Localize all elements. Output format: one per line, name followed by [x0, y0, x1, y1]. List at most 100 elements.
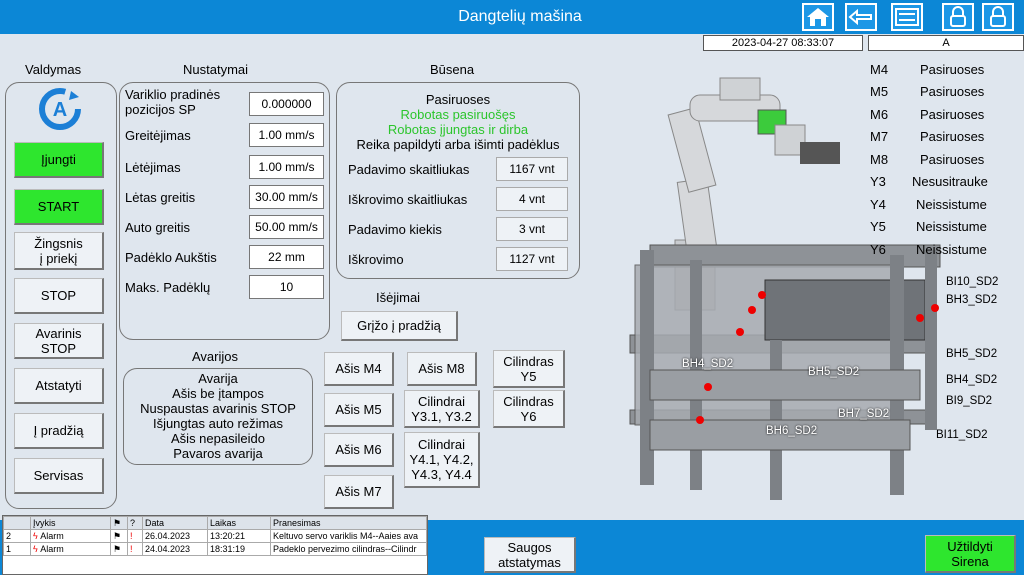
- cylinders-y3-button[interactable]: Cilindrai Y3.1, Y3.2: [404, 390, 480, 428]
- setting-label-slow-speed: Lėtas greitis: [125, 190, 196, 205]
- alarm-icon: ϟ: [33, 531, 38, 541]
- row-date: 26.04.2023: [142, 529, 208, 543]
- warning-icon: !: [127, 529, 143, 543]
- reset-button[interactable]: Atstatyti: [14, 368, 104, 404]
- axis-m5-button[interactable]: Ašis M5: [324, 393, 394, 427]
- counter-label-feed-qty: Padavimo kiekis: [348, 222, 442, 237]
- cylinder-name-y4: Y4: [870, 197, 886, 212]
- sensor-bh3: BH3_SD2: [946, 294, 998, 306]
- cylinder-name-y6: Y6: [870, 242, 886, 257]
- motor-name-m4: M4: [870, 62, 889, 77]
- row-event: ϟ Alarm: [30, 529, 111, 543]
- axis-m7-button[interactable]: Ašis M7: [324, 475, 394, 509]
- step-forward-button[interactable]: Žingsnis į priekį: [14, 232, 104, 270]
- stop-button[interactable]: STOP: [14, 278, 104, 314]
- pallet-height-input[interactable]: 22 mm: [249, 245, 324, 269]
- alarm-line-1: Avarija: [198, 371, 238, 386]
- status-title: Būsena: [430, 62, 475, 77]
- sensor-bh6: BH6_SD2: [766, 425, 818, 437]
- row-number: 1: [3, 542, 31, 556]
- back-button[interactable]: [845, 3, 877, 31]
- lock-icon: [950, 6, 966, 27]
- cylinder-name-y3: Y3: [870, 174, 886, 189]
- alarm-icon: ϟ: [33, 544, 38, 554]
- home-position-button[interactable]: Į pradžią: [14, 413, 104, 449]
- slow-speed-input[interactable]: 30.00 mm/s: [249, 185, 324, 209]
- setting-label-decel: Lėtėjimas: [125, 160, 181, 175]
- control-title: Valdymas: [25, 62, 82, 77]
- motor-state-m5: Pasiruoses: [920, 84, 985, 99]
- alarm-log-table[interactable]: Įvykis ⚑ ? Data Laikas Pranesimas 2 ϟ Al…: [2, 515, 428, 575]
- counter-label-unload: Iškrovimo skaitliukas: [348, 192, 468, 207]
- service-button[interactable]: Servisas: [14, 458, 104, 494]
- col-header-ack-icon[interactable]: ⚑: [110, 516, 128, 530]
- setting-label-max-pallets: Maks. Padėklų: [125, 280, 211, 295]
- settings-button[interactable]: [891, 3, 923, 31]
- settings-title: Nustatymai: [183, 62, 249, 77]
- cylinder-state-y5: Neissistume: [916, 219, 987, 234]
- svg-text:A: A: [53, 99, 67, 121]
- row-number: 2: [3, 529, 31, 543]
- col-header-date[interactable]: Data: [142, 516, 208, 530]
- sensor-bh5-right: BH5_SD2: [946, 348, 998, 360]
- silence-siren-button[interactable]: Užtildyti Sirena: [925, 535, 1016, 573]
- return-home-button[interactable]: Grįžo į pradžią: [341, 311, 458, 341]
- home-button[interactable]: [802, 3, 834, 31]
- datetime-display: 2023-04-27 08:33:07: [703, 35, 863, 51]
- start-button[interactable]: START: [14, 189, 104, 225]
- col-header-message[interactable]: Pranesimas: [270, 516, 427, 530]
- feed-counter-value: 1167 vnt: [496, 157, 568, 181]
- sensor-bh4-right: BH4_SD2: [946, 374, 998, 386]
- row-message: Padeklo pervezimo cilindras--Cilindr: [270, 542, 427, 556]
- row-time: 13:20:21: [207, 529, 271, 543]
- axis-m4-button[interactable]: Ašis M4: [324, 352, 394, 386]
- start-pos-input[interactable]: 0.000000 mm: [249, 92, 324, 133]
- col-header-question[interactable]: ?: [127, 516, 143, 530]
- accel-input[interactable]: 1.00 mm/s: [249, 123, 324, 147]
- sensor-bh7: BH7_SD2: [838, 408, 890, 420]
- cylinders-y4-button[interactable]: Cilindrai Y4.1, Y4.2, Y4.3, Y4.4: [404, 432, 480, 488]
- sensor-bh4-left: BH4_SD2: [682, 358, 734, 370]
- table-row[interactable]: 1 ϟ Alarm ⚑ ! 24.04.2023 18:31:19 Padekl…: [3, 542, 427, 556]
- setting-label-auto-speed: Auto greitis: [125, 220, 191, 235]
- auto-speed-input[interactable]: 50.00 mm/s: [249, 215, 324, 239]
- col-header: [3, 516, 31, 530]
- counter-label-unload-total: Iškrovimo: [348, 252, 404, 267]
- lock-button-1[interactable]: [942, 3, 974, 31]
- lock-button-2[interactable]: [982, 3, 1014, 31]
- enable-button[interactable]: Įjungti: [14, 142, 104, 178]
- settings-icon: [895, 8, 919, 26]
- row-time: 18:31:19: [207, 542, 271, 556]
- cylinder-y5-button[interactable]: Cilindras Y5: [493, 350, 565, 388]
- axis-m8-button[interactable]: Ašis M8: [407, 352, 477, 386]
- alarm-log-header: Įvykis ⚑ ? Data Laikas Pranesimas: [3, 516, 427, 530]
- cylinder-state-y6: Neissistume: [916, 242, 987, 257]
- alarm-line-4: Išjungtas auto režimas: [152, 416, 284, 431]
- status-line-ready: Pasiruoses: [425, 92, 491, 107]
- safety-reset-button[interactable]: Saugos atstatymas: [484, 537, 576, 573]
- col-header-time[interactable]: Laikas: [207, 516, 271, 530]
- page-title: Dangtelių mašina: [458, 8, 582, 25]
- col-header-event[interactable]: Įvykis: [30, 516, 111, 530]
- alarms-title: Avarijos: [192, 349, 239, 364]
- axis-m6-button[interactable]: Ašis M6: [324, 433, 394, 467]
- status-line-robot-ready: Robotas pasiruošęs: [400, 107, 516, 122]
- setting-label-accel: Greitėjimas: [125, 128, 191, 143]
- max-pallets-input[interactable]: 10: [249, 275, 324, 299]
- ack-icon: ⚑: [110, 542, 128, 556]
- lock-icon: [990, 6, 1006, 27]
- setting-label-start-pos: Variklio pradinės pozicijos SP: [125, 87, 221, 117]
- auto-mode-icon[interactable]: A: [35, 85, 85, 136]
- unload-counter-value: 4 vnt: [496, 187, 568, 211]
- motor-state-m7: Pasiruoses: [920, 129, 985, 144]
- decel-input[interactable]: 1.00 mm/s: [249, 155, 324, 179]
- back-icon: [848, 8, 872, 26]
- cylinder-y6-button[interactable]: Cilindras Y6: [493, 390, 565, 428]
- table-row[interactable]: 2 ϟ Alarm ⚑ ! 26.04.2023 13:20:21 Keltuv…: [3, 529, 427, 543]
- alarm-line-2: Ašis be įtampos: [172, 386, 264, 401]
- emergency-stop-button[interactable]: Avarinis STOP: [14, 323, 104, 359]
- ack-icon: ⚑: [110, 529, 128, 543]
- cylinder-state-y3: Nesusitrauke: [912, 174, 988, 189]
- motor-name-m5: M5: [870, 84, 889, 99]
- row-message: Keltuvo servo variklis M4--Aaies ava: [270, 529, 427, 543]
